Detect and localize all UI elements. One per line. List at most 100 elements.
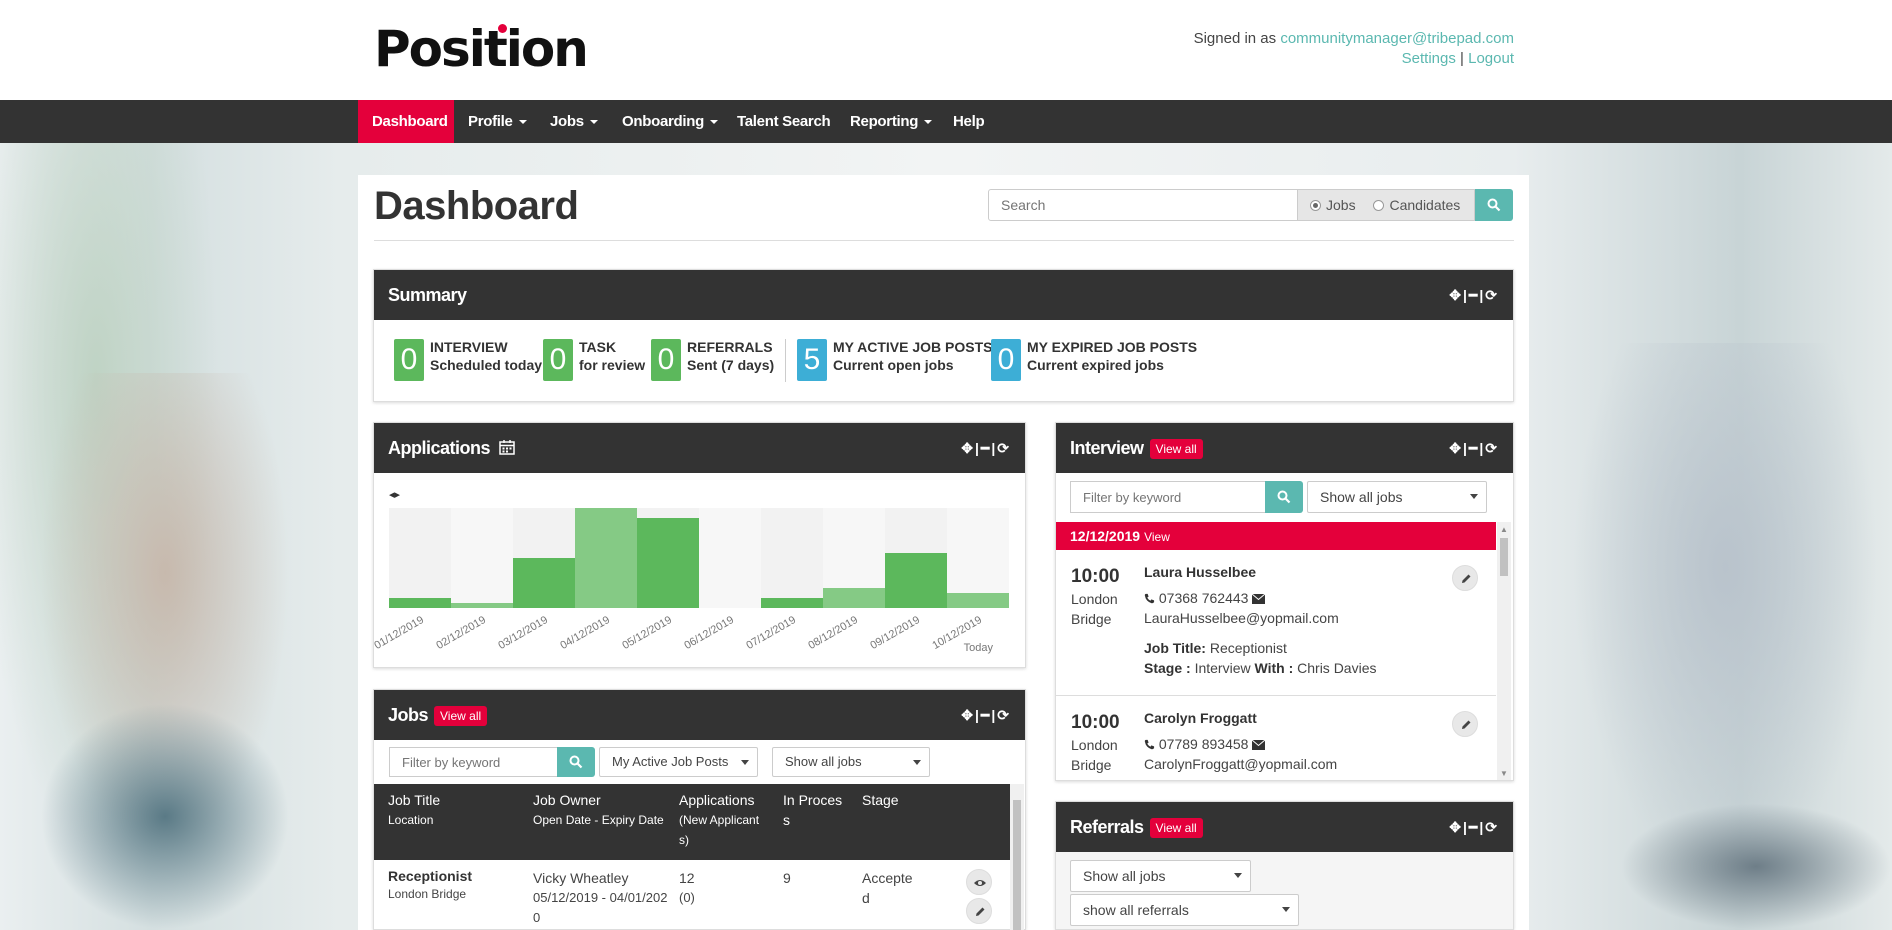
nav-talent-search[interactable]: Talent Search <box>723 100 844 143</box>
stat-task-sub: for review <box>579 357 645 373</box>
minimize-icon[interactable]: ━ <box>1469 802 1479 852</box>
interview-view-all-button[interactable]: View all <box>1150 439 1203 459</box>
referrals-type-select[interactable]: show all referrals <box>1070 894 1299 926</box>
search-button[interactable] <box>1475 189 1513 221</box>
row-location: London Bridge <box>388 884 466 904</box>
move-icon[interactable]: ✥ <box>961 690 975 740</box>
scroll-up-icon[interactable]: ▲ <box>1500 525 1508 534</box>
chart-bar[interactable] <box>513 558 575 608</box>
nav-reporting[interactable]: Reporting <box>836 100 946 143</box>
settings-link[interactable]: Settings <box>1402 50 1456 67</box>
candidate-name[interactable]: Carolyn Froggatt <box>1144 710 1257 726</box>
refresh-icon[interactable]: ⟳ <box>1485 802 1499 852</box>
minimize-icon[interactable]: ━ <box>981 690 991 740</box>
stat-referrals-label: REFERRALS <box>687 339 773 355</box>
stat-active-jobs-label: MY ACTIVE JOB POSTS <box>833 339 992 355</box>
interview-filter-input[interactable] <box>1070 481 1266 513</box>
search-icon <box>1277 490 1291 504</box>
nav-onboarding[interactable]: Onboarding <box>608 100 732 143</box>
col-stage-label: Stage <box>862 792 899 808</box>
logout-link[interactable]: Logout <box>1468 50 1514 67</box>
jobs-filter-button[interactable] <box>557 747 595 777</box>
jobs-filter-input[interactable] <box>389 747 559 777</box>
move-icon[interactable]: ✥ <box>1449 270 1463 320</box>
view-button[interactable] <box>966 869 992 895</box>
title-divider <box>374 240 1514 241</box>
minimize-icon[interactable]: ━ <box>1469 270 1479 320</box>
nav-dashboard[interactable]: Dashboard <box>358 100 454 143</box>
summary-panel: Summary ✥|━|⟳ <box>373 269 1514 402</box>
col-job-owner-label: Job Owner <box>533 792 601 808</box>
nav-profile[interactable]: Profile <box>454 100 541 143</box>
chart-bar[interactable] <box>823 588 885 608</box>
row-stage: Accepte d <box>862 868 920 908</box>
user-email-link[interactable]: communitymanager@tribepad.com <box>1280 30 1514 47</box>
envelope-icon[interactable] <box>1252 740 1265 750</box>
refresh-icon[interactable]: ⟳ <box>1485 270 1499 320</box>
nav-jobs[interactable]: Jobs <box>536 100 612 143</box>
panel-tools: ✥|━|⟳ <box>1449 423 1499 473</box>
col-applications[interactable]: Applications(New Applicant s) <box>679 790 767 850</box>
applications-panel-header: Applications ✥|━|⟳ <box>374 423 1025 473</box>
refresh-icon[interactable]: ⟳ <box>997 423 1011 473</box>
interview-filter-button[interactable] <box>1265 481 1303 513</box>
move-icon[interactable]: ✥ <box>1449 423 1463 473</box>
phone-icon <box>1144 739 1155 750</box>
edit-interview-button[interactable] <box>1452 565 1478 591</box>
move-icon[interactable]: ✥ <box>1449 802 1463 852</box>
chevron-down-icon <box>1282 907 1290 912</box>
logo[interactable]: Position <box>374 20 587 78</box>
stat-expired-jobs-label: MY EXPIRED JOB POSTS <box>1027 339 1197 355</box>
col-in-process[interactable]: In Proces s <box>783 790 845 830</box>
calendar-icon[interactable] <box>499 439 515 455</box>
radio-jobs[interactable]: Jobs <box>1310 197 1356 213</box>
chart-bar[interactable] <box>575 508 637 608</box>
candidate-phone-line: 07789 893458 <box>1144 736 1265 752</box>
jobs-table-scroll-thumb[interactable] <box>1013 800 1021 930</box>
edit-interview-button[interactable] <box>1452 711 1478 737</box>
jobs-show-select[interactable]: Show all jobs <box>772 747 930 777</box>
chart-bar[interactable] <box>451 603 513 608</box>
row-job-title[interactable]: Receptionist <box>388 866 472 886</box>
chart-bar[interactable] <box>637 518 699 608</box>
interview-jobs-select[interactable]: Show all jobs <box>1307 481 1487 513</box>
chart-bar[interactable] <box>885 553 947 608</box>
row-dates: 05/12/2019 - 04/01/202 0 <box>533 888 673 928</box>
interview-scroll-thumb[interactable] <box>1500 538 1508 576</box>
chevron-down-icon <box>1470 494 1478 499</box>
scroll-down-icon[interactable]: ▼ <box>1500 769 1508 778</box>
row-owner: Vicky Wheatley <box>533 868 628 888</box>
move-icon[interactable]: ✥ <box>961 423 975 473</box>
nav-talent-search-label: Talent Search <box>737 113 830 130</box>
chart-column-bg <box>699 508 761 608</box>
col-stage[interactable]: Stage <box>862 790 899 810</box>
interview-scrollbar[interactable]: ▲ ▼ <box>1497 522 1511 780</box>
interview-date-view-link[interactable]: View <box>1144 530 1170 544</box>
minimize-icon[interactable]: ━ <box>1469 423 1479 473</box>
referrals-view-all-button[interactable]: View all <box>1150 818 1203 838</box>
refresh-icon[interactable]: ⟳ <box>1485 423 1499 473</box>
chart-bar[interactable] <box>761 598 823 608</box>
interview-location: London Bridge <box>1071 735 1131 775</box>
nav-help[interactable]: Help <box>939 100 998 143</box>
stat-expired-jobs-value: 0 <box>991 339 1021 381</box>
refresh-icon[interactable]: ⟳ <box>997 690 1011 740</box>
jobs-table-scrollbar[interactable] <box>1010 784 1024 930</box>
jobs-view-all-button[interactable]: View all <box>434 706 487 726</box>
col-job-title-label: Job Title <box>388 792 440 808</box>
edit-button[interactable] <box>966 898 992 924</box>
search-input[interactable] <box>988 189 1298 221</box>
col-job-title[interactable]: Job TitleLocation <box>388 790 440 830</box>
candidate-name[interactable]: Laura Husselbee <box>1144 564 1256 580</box>
col-job-owner[interactable]: Job OwnerOpen Date - Expiry Date <box>533 790 664 830</box>
chart-bar[interactable] <box>947 593 1009 608</box>
minimize-icon[interactable]: ━ <box>981 423 991 473</box>
eye-icon <box>973 876 987 890</box>
jobs-posts-select[interactable]: My Active Job Posts <box>599 747 758 777</box>
radio-candidates[interactable]: Candidates <box>1373 197 1460 213</box>
chart-nav-arrows-icon[interactable]: ◂▸ <box>389 488 400 501</box>
stat-active-jobs-sub: Current open jobs <box>833 357 954 373</box>
referrals-jobs-select[interactable]: Show all jobs <box>1070 860 1251 892</box>
chart-bar[interactable] <box>389 598 451 608</box>
envelope-icon[interactable] <box>1252 594 1265 604</box>
